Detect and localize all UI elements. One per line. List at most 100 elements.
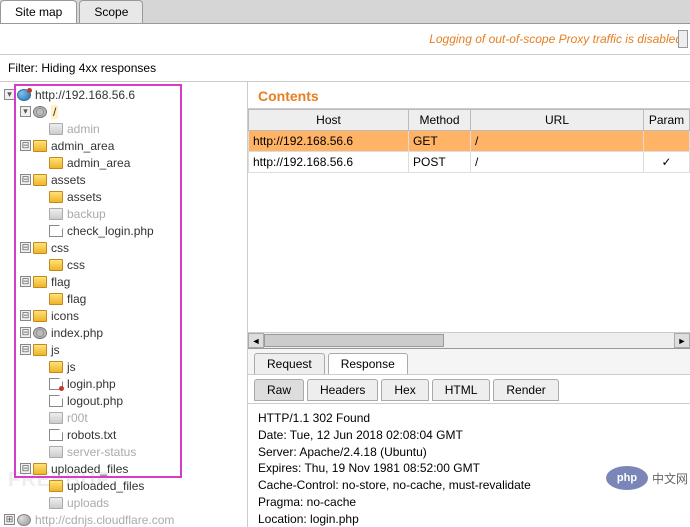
folder-icon [49,412,63,424]
cell-params: ✓ [644,152,690,173]
tree-item-label: uploads [67,496,109,510]
tree-item[interactable]: ⊟ flag [4,273,247,290]
tree-item[interactable]: ⊞ http://cdnjs.cloudflare.com [4,511,247,527]
tree-item-label: check_login.php [67,224,154,238]
tree-item[interactable]: ⊟ css [4,239,247,256]
table-row[interactable]: http://192.168.56.6POST/✓ [249,152,690,173]
cell-method: GET [409,131,471,152]
cell-params [644,131,690,152]
tree-item[interactable]: flag [4,290,247,307]
table-row[interactable]: http://192.168.56.6GET/ [249,131,690,152]
scroll-left-button[interactable]: ◄ [248,333,264,348]
tree-toggle-icon[interactable]: ⊟ [20,140,31,151]
scroll-thumb[interactable] [264,334,444,347]
tree-toggle-icon[interactable]: ⊟ [20,242,31,253]
folder-icon [49,123,63,135]
filter-bar[interactable]: Filter: Hiding 4xx responses [0,55,690,82]
folder-icon [49,293,63,305]
tree-item[interactable]: uploaded_files [4,477,247,494]
subtab-raw[interactable]: Raw [254,379,304,401]
subtab-headers[interactable]: Headers [307,379,378,401]
tree-item[interactable]: r00t [4,409,247,426]
tree-item[interactable]: admin_area [4,154,247,171]
tab-response[interactable]: Response [328,353,408,374]
tree-toggle-spacer [36,259,47,270]
folder-icon [49,480,63,492]
tree-item-label: css [51,241,69,255]
file-icon [49,225,63,237]
top-tabs: Site map Scope [0,0,690,24]
tree-toggle-icon[interactable]: ▾ [20,106,31,117]
response-line: Server: Apache/2.4.18 (Ubuntu) [258,444,680,461]
tree-toggle-icon[interactable]: ⊟ [20,463,31,474]
subtab-hex[interactable]: Hex [381,379,428,401]
tab-site-map[interactable]: Site map [0,0,77,23]
tree-item[interactable]: uploads [4,494,247,511]
scroll-right-button[interactable]: ► [674,333,690,348]
tree-item[interactable]: login.php [4,375,247,392]
col-url[interactable]: URL [471,110,644,131]
scroll-track[interactable] [264,333,674,348]
folder-icon [49,446,63,458]
banner-text: Logging of out-of-scope Proxy traffic is… [429,32,682,46]
tree-item-label: admin_area [67,156,130,170]
tree-item-label: flag [67,292,86,306]
tree-item-label: flag [51,275,70,289]
tab-request[interactable]: Request [254,353,325,374]
tree-toggle-spacer [36,361,47,372]
tree-toggle-spacer [36,446,47,457]
cell-url: / [471,131,644,152]
tree-item[interactable]: admin [4,120,247,137]
tree-item[interactable]: robots.txt [4,426,247,443]
folder-icon [33,140,47,152]
subtab-render[interactable]: Render [493,379,558,401]
tree-toggle-spacer [36,480,47,491]
tree-item[interactable]: ▾/ [4,103,247,120]
tree-item[interactable]: ⊟admin_area [4,137,247,154]
cell-host: http://192.168.56.6 [249,152,409,173]
tree-item[interactable]: backup [4,205,247,222]
subtab-html[interactable]: HTML [432,379,491,401]
tree-item-label: http://cdnjs.cloudflare.com [35,513,174,527]
tree-toggle-icon[interactable]: ▾ [4,89,15,100]
tree-item[interactable]: check_login.php [4,222,247,239]
tree-item[interactable]: ▾http://192.168.56.6 [4,86,247,103]
tree-item[interactable]: ⊟assets [4,171,247,188]
tree-toggle-icon[interactable]: ⊞ [4,514,15,525]
tree-item[interactable]: logout.php [4,392,247,409]
tree-item[interactable]: js [4,358,247,375]
col-method[interactable]: Method [409,110,471,131]
response-line: Location: login.php [258,511,680,527]
response-line: Date: Tue, 12 Jun 2018 02:08:04 GMT [258,427,680,444]
tree-item[interactable]: ⊟icons [4,307,247,324]
col-host[interactable]: Host [249,110,409,131]
folder-icon [49,259,63,271]
tree-toggle-spacer [36,378,47,389]
tree-toggle-spacer [36,157,47,168]
tree-item[interactable]: assets [4,188,247,205]
tree-item[interactable]: ⊟index.php [4,324,247,341]
tree-item[interactable]: css [4,256,247,273]
tree-toggle-icon[interactable]: ⊟ [20,327,31,338]
horizontal-scrollbar[interactable]: ◄ ► [248,332,690,348]
col-params[interactable]: Param [644,110,690,131]
tree-toggle-spacer [36,191,47,202]
tree-toggle-icon[interactable]: ⊟ [20,276,31,287]
response-body[interactable]: HTTP/1.1 302 FoundDate: Tue, 12 Jun 2018… [248,403,690,527]
folder-icon [33,276,47,288]
gear-icon [33,327,47,339]
tree-toggle-icon[interactable]: ⊟ [20,344,31,355]
tree-toggle-icon[interactable]: ⊟ [20,310,31,321]
tree-item[interactable]: ⊟uploaded_files [4,460,247,477]
filter-value: Hiding 4xx responses [41,61,156,75]
tree-item[interactable]: ⊟ js [4,341,247,358]
banner-button[interactable] [678,30,688,48]
tree-toggle-icon[interactable]: ⊟ [20,174,31,185]
tree-toggle-spacer [36,123,47,134]
tree-item[interactable]: server-status [4,443,247,460]
tree-item-label: js [51,343,60,357]
tab-scope[interactable]: Scope [79,0,143,23]
globe-icon [17,89,31,101]
detail-tabs: Request Response [248,349,690,375]
folder-icon [49,361,63,373]
